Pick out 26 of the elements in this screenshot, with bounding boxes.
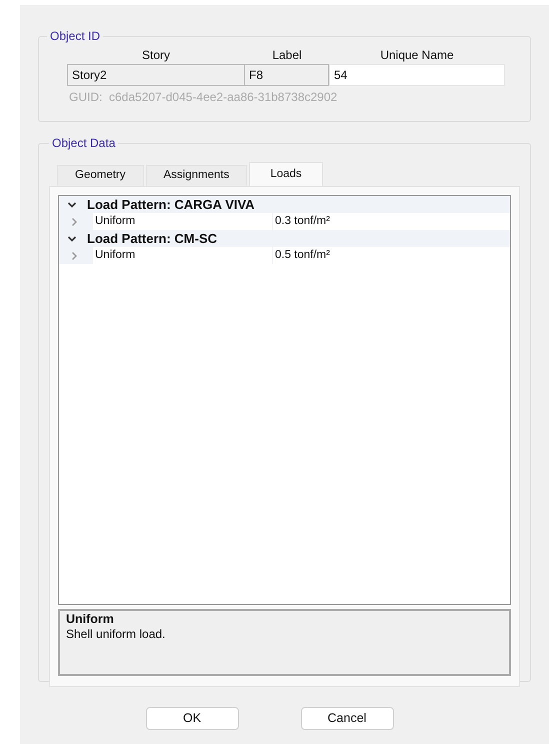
chevron-icon[interactable] (67, 234, 77, 244)
story-field: Story2 (67, 64, 245, 86)
description-title: Uniform (66, 612, 115, 627)
group-label: Load Pattern: CARGA VIVA (87, 198, 255, 212)
tab[interactable]: Assignments (146, 165, 248, 186)
tab[interactable]: Loads (249, 162, 323, 186)
tree-group-row[interactable]: Load Pattern: CM-SC (59, 230, 510, 247)
group-title: Object ID (49, 28, 102, 45)
group-label: Load Pattern: CM-SC (87, 232, 217, 246)
guid-text: GUID: c6da5207-d045-4ee2-aa86-31b8738c2902 (69, 89, 338, 106)
dialog-button[interactable]: OK (146, 707, 238, 730)
property-name: Uniform (93, 213, 272, 230)
column-header: Story (140, 47, 171, 64)
column-header: Label (271, 47, 303, 64)
group-title: Object Data (51, 135, 116, 152)
column-header: Unique Name (379, 47, 455, 64)
description-text: Shell uniform load. (66, 627, 166, 642)
tree-group-row[interactable]: Load Pattern: CARGA VIVA (59, 196, 510, 213)
property-value: 0.5 tonf/m² (273, 247, 510, 264)
property-value: 0.3 tonf/m² (273, 213, 510, 230)
unique-name-field[interactable]: 54 (329, 64, 505, 86)
label-field: F8 (244, 64, 329, 86)
property-name: Uniform (93, 247, 272, 264)
tab[interactable]: Geometry (57, 165, 144, 186)
dialog-button[interactable]: Cancel (300, 707, 394, 730)
chevron-icon[interactable] (67, 200, 77, 210)
